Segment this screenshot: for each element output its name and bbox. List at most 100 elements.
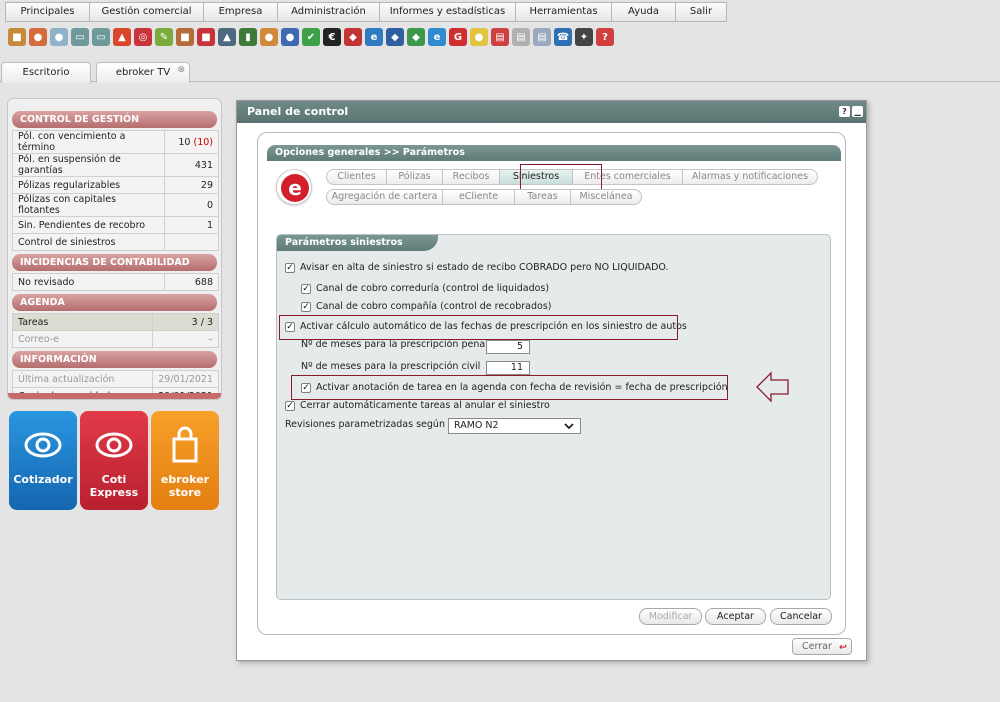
- target-icon[interactable]: ◎: [134, 28, 152, 46]
- row-value: –: [152, 330, 219, 348]
- modificar-button[interactable]: Modificar: [639, 608, 702, 625]
- cerrar-button[interactable]: Cerrar ↩: [792, 638, 852, 655]
- cotizador-tile[interactable]: Cotizador: [9, 411, 77, 510]
- activar-calculo-checkbox[interactable]: ✓: [285, 321, 295, 332]
- leaf-icon[interactable]: ✔: [302, 28, 320, 46]
- option-avisar[interactable]: ✓ Avisar en alta de siniestro si estado …: [285, 262, 669, 273]
- option-cerrar-tareas[interactable]: ✓ Cerrar automáticamente tareas al anula…: [285, 400, 550, 411]
- canal-correduria-checkbox[interactable]: ✓: [301, 283, 311, 294]
- box-icon[interactable]: ■: [8, 28, 26, 46]
- tab-tareas[interactable]: Tareas: [514, 189, 571, 205]
- dialog-title: Panel de control: [237, 101, 866, 123]
- tab-alarmas[interactable]: Alarmas y notificaciones: [682, 169, 818, 185]
- tab-escritorio[interactable]: Escritorio: [1, 62, 91, 83]
- row-value: 0: [164, 193, 219, 217]
- user-icon[interactable]: ●: [50, 28, 68, 46]
- ebroker-logo-icon: e: [281, 174, 309, 202]
- fire-icon[interactable]: ▲: [113, 28, 131, 46]
- tab-ebroker-tv[interactable]: ebroker TV ⊗: [96, 62, 190, 83]
- g-icon[interactable]: G: [449, 28, 467, 46]
- table-row[interactable]: Pól. en suspensión de garantías 431: [12, 153, 219, 177]
- document-icon[interactable]: ▤: [533, 28, 551, 46]
- menu-empresa[interactable]: Empresa: [204, 3, 278, 21]
- meses-penal-input[interactable]: 5: [486, 340, 530, 354]
- tab-ecliente[interactable]: eCliente: [442, 189, 515, 205]
- row-label: Sin. Pendientes de recobro: [12, 216, 165, 234]
- euro-icon[interactable]: €: [323, 28, 341, 46]
- ebroker-store-tile[interactable]: ebroker store: [151, 411, 219, 510]
- suitcase-icon[interactable]: ■: [176, 28, 194, 46]
- table-row[interactable]: Pól. con vencimiento a término 10 (10): [12, 130, 219, 154]
- row-value: [164, 233, 219, 251]
- table-row[interactable]: Sin. Pendientes de recobro 1: [12, 216, 219, 234]
- row-value: 29/01/2021: [152, 370, 219, 388]
- document-icon[interactable]: ▤: [491, 28, 509, 46]
- table-row[interactable]: Pólizas regularizables 29: [12, 176, 219, 194]
- select-value: RAMO N2: [454, 420, 499, 431]
- tab-strip: Escritorio ebroker TV ⊗: [0, 60, 1000, 83]
- revisiones-select[interactable]: RAMO N2: [448, 418, 581, 434]
- recycle-icon[interactable]: ◆: [407, 28, 425, 46]
- tab-agregacion-cartera[interactable]: Agregación de cartera: [326, 189, 443, 205]
- coti-express-tile[interactable]: Coti Express: [80, 411, 148, 510]
- e-icon[interactable]: e: [365, 28, 383, 46]
- person-icon[interactable]: ●: [260, 28, 278, 46]
- cancelar-button[interactable]: Cancelar: [770, 608, 832, 625]
- bulb-icon[interactable]: ●: [470, 28, 488, 46]
- option-label: Activar cálculo automático de las fechas…: [300, 321, 687, 332]
- paper-icon[interactable]: ▤: [512, 28, 530, 46]
- bag-icon[interactable]: ■: [197, 28, 215, 46]
- pencil-icon[interactable]: ✎: [155, 28, 173, 46]
- menu-gestion-comercial[interactable]: Gestión comercial: [90, 3, 204, 21]
- menu-principales[interactable]: Principales: [6, 3, 90, 21]
- card-icon[interactable]: ▭: [92, 28, 110, 46]
- row-label: No revisado: [12, 273, 165, 291]
- building-icon[interactable]: ▮: [239, 28, 257, 46]
- main-menu-bar: Principales Gestión comercial Empresa Ad…: [5, 2, 727, 22]
- tab-miscelanea[interactable]: Miscelánea: [570, 189, 642, 205]
- option-activar-calculo[interactable]: ✓ Activar cálculo automático de las fech…: [285, 321, 687, 332]
- minimize-icon[interactable]: ▁: [852, 106, 863, 117]
- option-label: Canal de cobro compañía (control de reco…: [316, 301, 552, 312]
- table-row[interactable]: No revisado 688: [12, 273, 219, 291]
- tab-recibos[interactable]: Recibos: [442, 169, 500, 185]
- car-icon[interactable]: ◆: [344, 28, 362, 46]
- row-label: Tareas: [12, 313, 153, 331]
- menu-ayuda[interactable]: Ayuda: [612, 3, 676, 21]
- help-icon[interactable]: ?: [839, 106, 850, 117]
- help-icon[interactable]: ?: [596, 28, 614, 46]
- table-row[interactable]: Control de siniestros: [12, 233, 219, 251]
- arrow-left-icon: [756, 371, 789, 403]
- shopping-bag-icon: [172, 426, 198, 463]
- activar-anotacion-checkbox[interactable]: ✓: [301, 382, 311, 393]
- menu-informes[interactable]: Informes y estadísticas: [380, 3, 516, 21]
- menu-herramientas[interactable]: Herramientas: [516, 3, 612, 21]
- diamond-icon[interactable]: ◆: [386, 28, 404, 46]
- option-activar-anotacion[interactable]: ✓ Activar anotación de tarea en la agend…: [301, 382, 728, 393]
- meses-civil-input[interactable]: 11: [486, 361, 530, 375]
- option-canal-correduria[interactable]: ✓ Canal de cobro correduría (control de …: [301, 283, 549, 294]
- option-canal-compania[interactable]: ✓ Canal de cobro compañía (control de re…: [301, 301, 551, 312]
- refresh-eye-icon: [95, 432, 133, 458]
- close-icon[interactable]: ⊗: [177, 61, 185, 80]
- avisar-checkbox[interactable]: ✓: [285, 262, 295, 273]
- revisiones-label: Revisiones parametrizadas según: [285, 419, 445, 430]
- e-icon[interactable]: e: [428, 28, 446, 46]
- table-row[interactable]: Correo-e –: [12, 330, 219, 348]
- control-table: Pól. con vencimiento a término 10 (10) P…: [12, 130, 219, 251]
- canal-compania-checkbox[interactable]: ✓: [301, 301, 311, 312]
- people-icon[interactable]: ●: [281, 28, 299, 46]
- aceptar-button[interactable]: Aceptar: [705, 608, 766, 625]
- phone-icon[interactable]: ☎: [554, 28, 572, 46]
- user-icon[interactable]: ●: [29, 28, 47, 46]
- table-row[interactable]: Pólizas con capitales flotantes 0: [12, 193, 219, 217]
- table-row[interactable]: Tareas 3 / 3: [12, 313, 219, 331]
- graduation-cap-icon[interactable]: ▲: [218, 28, 236, 46]
- wrench-icon[interactable]: ✦: [575, 28, 593, 46]
- card-icon[interactable]: ▭: [71, 28, 89, 46]
- cerrar-tareas-checkbox[interactable]: ✓: [285, 400, 295, 411]
- tab-clientes[interactable]: Clientes: [326, 169, 387, 185]
- menu-salir[interactable]: Salir: [676, 3, 726, 21]
- menu-administracion[interactable]: Administración: [278, 3, 380, 21]
- tab-polizas[interactable]: Pólizas: [386, 169, 443, 185]
